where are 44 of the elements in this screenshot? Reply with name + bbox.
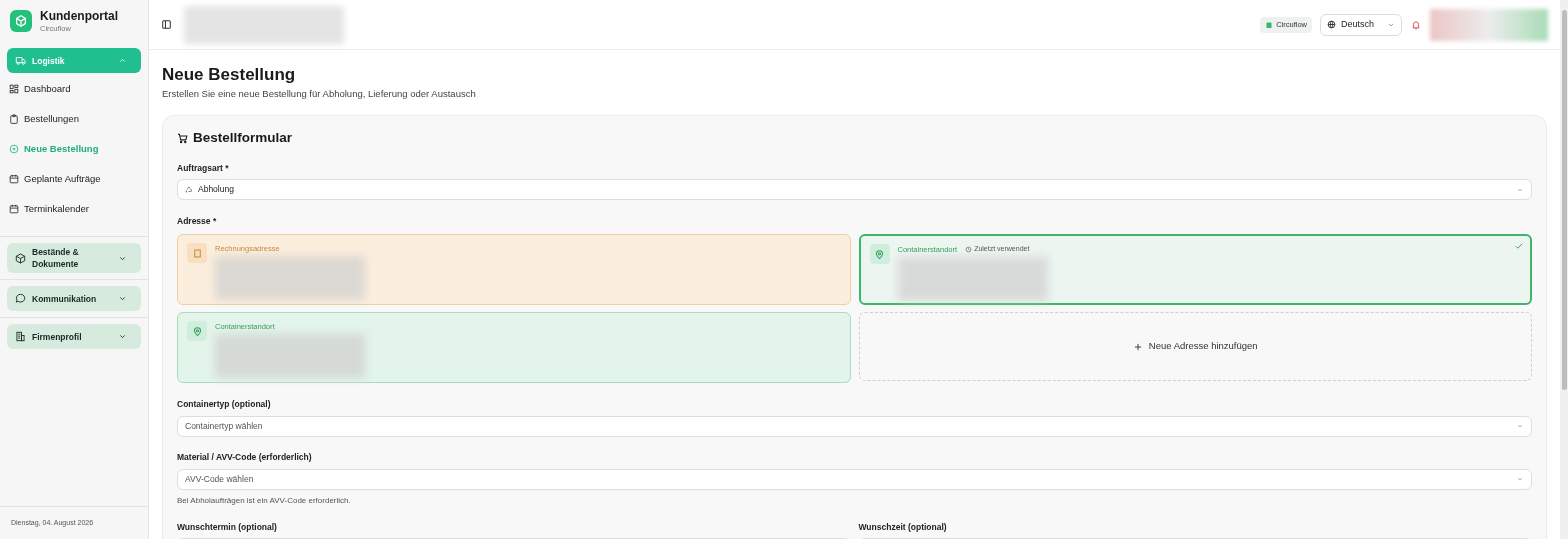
field-hint: Bei Abholaufträgen ist ein AVV-Code erforderlich.	[177, 494, 352, 507]
truck-icon	[15, 55, 26, 67]
field-label: Material / AVV-Code (erforderlich)	[177, 450, 313, 464]
box-icon	[15, 252, 26, 264]
nav-item[interactable]: Bestellungen	[7, 104, 141, 135]
page-title: Neue Bestellung	[162, 64, 297, 86]
nav-item[interactable]: Dashboard	[7, 74, 141, 105]
add-address-button[interactable]: Neue Adresse hinzufügen	[858, 312, 1532, 381]
nav-item[interactable]: Geplante Aufträge	[7, 164, 141, 195]
check-icon	[1514, 241, 1524, 251]
field-label: Wunschtermin (optional)	[177, 520, 278, 534]
field-label: Wunschzeit (optional)	[858, 520, 948, 534]
document-icon	[191, 247, 203, 259]
globe-icon	[1326, 20, 1336, 29]
map-pin-icon	[191, 325, 203, 337]
language-select[interactable]: Deutsch	[1319, 13, 1402, 36]
field-label: Auftragsart *	[177, 161, 230, 175]
app-title: Kundenportal	[40, 9, 118, 24]
field-label: Adresse *	[177, 215, 218, 228]
field-label: Containertyp (optional)	[177, 398, 272, 411]
plus-icon	[1132, 341, 1143, 352]
clipboard-icon	[9, 114, 19, 125]
select-field[interactable]: Containertyp wählen	[177, 415, 1532, 437]
calendar-icon	[9, 174, 19, 185]
grid-icon	[9, 84, 19, 95]
nav-item[interactable]: Terminkalender	[7, 194, 141, 225]
form-title: Bestellformular	[193, 129, 293, 148]
page-subtitle: Erstellen Sie eine neue Bestellung für Abholung, Lieferung oder Austausch	[162, 87, 477, 101]
notification-button[interactable]	[1410, 18, 1422, 31]
chevron-down-icon	[1516, 475, 1524, 483]
recycle-icon	[185, 185, 193, 194]
calendar-icon	[9, 204, 19, 215]
select-field[interactable]: AVV-Code wählen	[177, 468, 1532, 490]
select-field[interactable]: Abholung	[177, 179, 1532, 201]
history-icon	[965, 246, 973, 254]
map-pin-icon	[874, 248, 885, 260]
nav-group-toggle[interactable]: Kommunikation	[7, 286, 141, 312]
nav-group-toggle[interactable]: Firmenprofil	[7, 324, 141, 350]
chat-bubble-icon	[15, 293, 26, 305]
bell-icon	[1411, 19, 1421, 30]
sidebar-toggle-icon	[161, 19, 172, 30]
cart-icon	[177, 132, 188, 144]
scrollbar[interactable]	[1560, 0, 1568, 539]
nav-group-toggle[interactable]: Bestände & Dokumente	[7, 243, 141, 274]
